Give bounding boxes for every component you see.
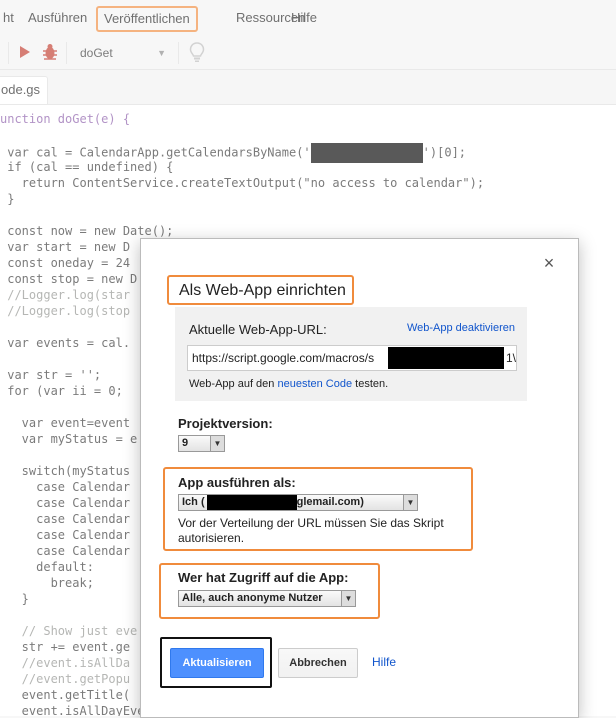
deactivate-web-app-link[interactable]: Web-App deaktivieren: [407, 322, 515, 334]
authorization-note: Vor der Verteilung der URL müssen Sie da…: [178, 516, 444, 545]
access-label: Wer hat Zugriff auf die App:: [178, 570, 349, 585]
run-as-label: App ausführen als:: [178, 475, 296, 490]
update-button[interactable]: Aktualisieren: [170, 648, 264, 678]
dialog-title: Als Web-App einrichten: [167, 275, 354, 305]
run-as-select[interactable]: Ich (glemail.com) ▼: [178, 494, 418, 511]
help-link[interactable]: Hilfe: [372, 655, 396, 669]
redacted-url-part: [388, 347, 504, 369]
test-latest-code-text: Web-App auf den neuesten Code testen.: [189, 378, 389, 390]
cancel-button[interactable]: Abbrechen: [278, 648, 358, 678]
redacted-email: [207, 495, 297, 510]
web-app-url-value: https://script.google.com/macros/s: [192, 351, 375, 365]
chevron-down-icon: ▼: [403, 495, 417, 510]
web-app-url-section: Aktuelle Web-App-URL: Web-App deaktivier…: [175, 307, 527, 401]
project-version-label: Projektversion:: [178, 416, 273, 431]
close-icon[interactable]: ×: [541, 254, 557, 272]
access-select[interactable]: Alle, auch anonyme Nutzer ▼: [178, 590, 356, 607]
url-label: Aktuelle Web-App-URL:: [189, 322, 327, 337]
chevron-down-icon: ▼: [210, 436, 224, 451]
web-app-url-field[interactable]: https://script.google.com/macros/s 1\: [187, 345, 517, 371]
chevron-down-icon: ▼: [341, 591, 355, 606]
deploy-web-app-dialog: × Als Web-App einrichten Aktuelle Web-Ap…: [140, 238, 579, 718]
project-version-select[interactable]: 9 ▼: [178, 435, 225, 452]
web-app-url-tail: 1\: [506, 351, 517, 365]
latest-code-link[interactable]: neuesten Code: [277, 378, 352, 390]
